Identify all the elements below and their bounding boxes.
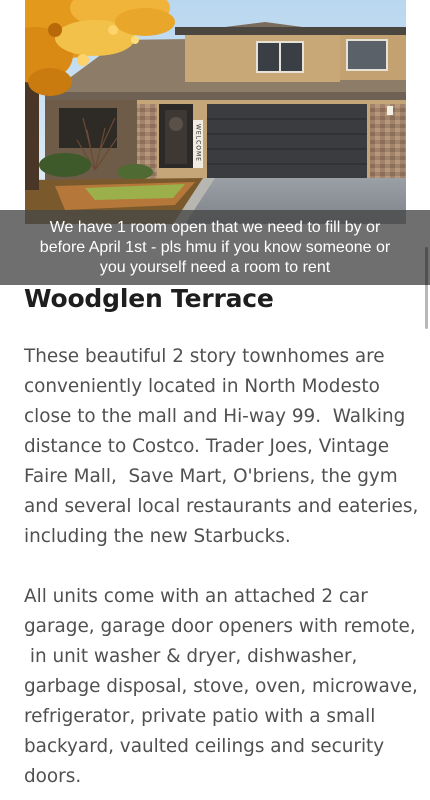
description-line: including the new Starbucks. (24, 526, 291, 547)
description-line: refrigerator, private patio with a small (24, 706, 376, 727)
description-paragraph-amenities: All units come with an attached 2 car ga… (24, 582, 418, 792)
caption-line: you yourself need a room to rent (99, 258, 331, 276)
caption-line: before April 1st - pls hmu if you know s… (39, 238, 391, 256)
description-line: garage, garage door openers with remote, (24, 616, 416, 637)
description-paragraph-location: These beautiful 2 story townhomes are co… (24, 342, 419, 552)
description-line: All units come with an attached 2 car (24, 586, 368, 607)
description-line: backyard, vaulted ceilings and security (24, 736, 385, 757)
caption-overlay: We have 1 room open that we need to fill… (0, 210, 430, 285)
description-line: in unit washer & dryer, dishwasher, (24, 646, 358, 667)
caption-text: We have 1 room open that we need to fill… (40, 218, 390, 278)
listing-title: Woodglen Terrace (24, 284, 274, 313)
description-line: and several local restaurants and eateri… (24, 496, 419, 517)
caption-line: We have 1 room open that we need to fill… (49, 218, 381, 236)
description-line: Faire Mall, Save Mart, O'briens, the gym (24, 466, 398, 487)
page: WELCOME We have 1 room open that we need… (0, 0, 430, 800)
description-line: close to the mall and Hi-way 99. Walking (24, 406, 406, 427)
description-line: doors. (24, 766, 82, 787)
welcome-sign-text: WELCOME (195, 124, 202, 162)
description-line: These beautiful 2 story townhomes are (24, 346, 385, 367)
scrollbar-thumb[interactable] (425, 247, 428, 329)
description-line: conveniently located in North Modesto (24, 376, 380, 397)
listing-description: These beautiful 2 story townhomes are co… (24, 342, 419, 800)
description-line: garbage disposal, stove, oven, microwave… (24, 676, 418, 697)
description-line: distance to Costco. Trader Joes, Vintage (24, 436, 390, 457)
townhome-photo: WELCOME (25, 0, 406, 224)
